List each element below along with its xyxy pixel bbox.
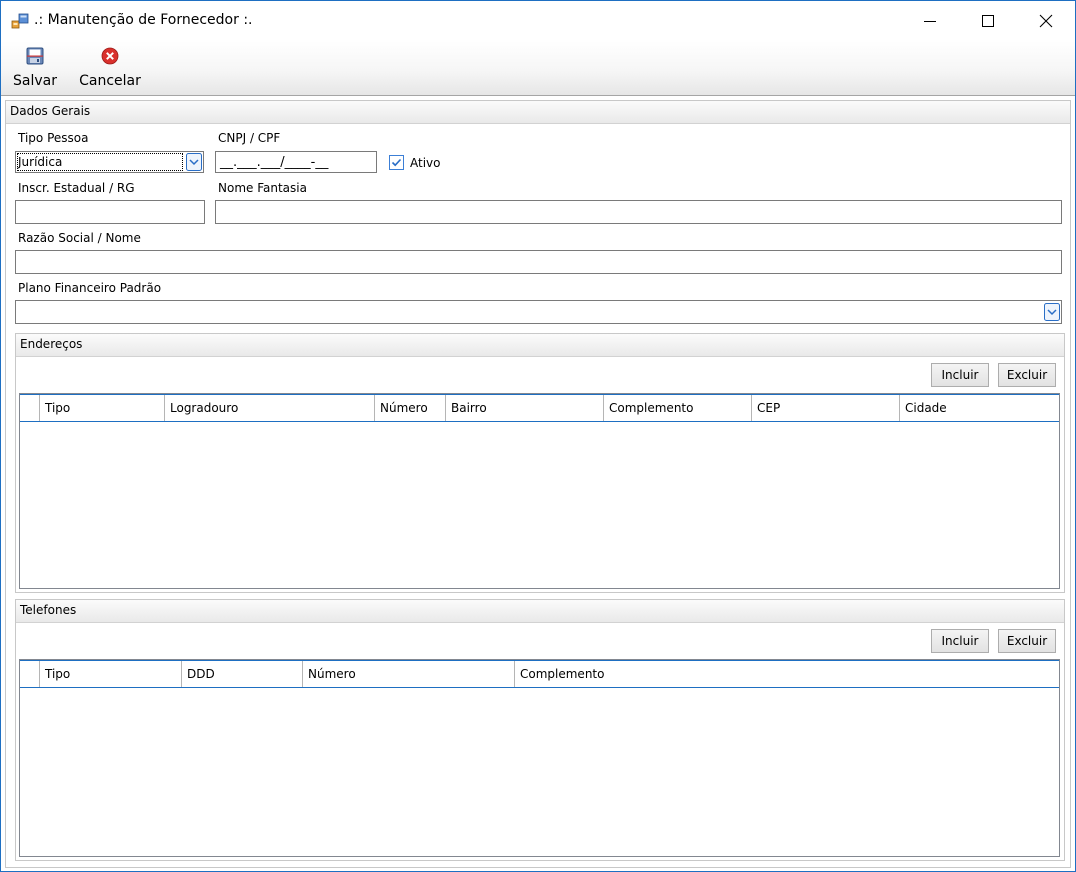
checkmark-icon [391, 158, 402, 167]
column-header-label: Bairro [451, 401, 487, 415]
telefones-grid[interactable]: Tipo DDD Número Complemento [19, 659, 1060, 857]
ativo-checkbox[interactable] [389, 155, 404, 170]
column-header[interactable]: CEP [752, 395, 900, 421]
column-header[interactable]: Número [303, 661, 515, 687]
telefones-header: Telefones [16, 600, 1064, 623]
maximize-button[interactable] [959, 1, 1017, 41]
cancel-icon [101, 47, 119, 65]
window-title: .: Manutenção de Fornecedor :. [34, 12, 253, 28]
enderecos-title: Endereços [20, 337, 83, 351]
close-button[interactable] [1017, 1, 1075, 41]
cancel-label: Cancelar [79, 73, 141, 89]
inscr-estadual-label: Inscr. Estadual / RG [18, 181, 135, 195]
column-header[interactable]: Cidade [900, 395, 1059, 421]
chevron-down-icon [186, 153, 202, 171]
column-header-label: Logradouro [170, 401, 239, 415]
row-selector-column [20, 395, 40, 421]
enderecos-excluir-button[interactable]: Excluir [998, 363, 1056, 387]
column-header-label: Tipo [45, 401, 71, 415]
column-header[interactable]: Número [375, 395, 446, 421]
enderecos-incluir-button[interactable]: Incluir [931, 363, 989, 387]
cancel-button[interactable]: Cancelar [77, 45, 143, 93]
enderecos-grid[interactable]: Tipo Logradouro Número Bairro Complement… [19, 393, 1060, 589]
column-header-label: CEP [757, 401, 781, 415]
minimize-button[interactable] [901, 1, 959, 41]
nome-fantasia-label: Nome Fantasia [218, 181, 307, 195]
dados-gerais-group: Dados Gerais Tipo Pessoa CNPJ / CPF Jurí… [5, 100, 1071, 868]
column-header[interactable]: Tipo [40, 661, 182, 687]
column-header-label: Tipo [45, 667, 71, 681]
toolbar: Salvar Cancelar [1, 41, 1075, 96]
column-header-label: DDD [187, 667, 215, 681]
column-header[interactable]: Bairro [446, 395, 604, 421]
column-header[interactable]: Tipo [40, 395, 165, 421]
floppy-disk-icon [26, 47, 44, 65]
cnpj-label: CNPJ / CPF [218, 131, 281, 145]
dados-gerais-title: Dados Gerais [10, 104, 91, 118]
close-icon [1039, 14, 1053, 28]
column-header[interactable]: Logradouro [165, 395, 375, 421]
tipo-pessoa-select[interactable]: Jurídica [15, 151, 204, 173]
save-button[interactable]: Salvar [11, 45, 59, 93]
chevron-down-icon [1044, 303, 1060, 321]
telefones-grid-header: Tipo DDD Número Complemento [20, 660, 1059, 688]
enderecos-grid-header: Tipo Logradouro Número Bairro Complement… [20, 394, 1059, 422]
column-header[interactable]: DDD [182, 661, 303, 687]
razao-social-label: Razão Social / Nome [18, 231, 141, 245]
telefones-incluir-button[interactable]: Incluir [931, 629, 989, 653]
enderecos-group: Endereços Incluir Excluir Tipo Logradour… [15, 333, 1065, 593]
column-header-label: Complemento [609, 401, 694, 415]
telefones-title: Telefones [20, 603, 77, 617]
column-header-label: Número [380, 401, 428, 415]
column-header[interactable]: Complemento [515, 661, 1059, 687]
maximize-icon [982, 15, 994, 27]
tipo-pessoa-value: Jurídica [18, 155, 63, 169]
minimize-icon [924, 21, 936, 22]
telefones-group: Telefones Incluir Excluir Tipo DDD Númer… [15, 599, 1065, 861]
tipo-pessoa-label: Tipo Pessoa [18, 131, 89, 145]
plano-financeiro-label: Plano Financeiro Padrão [18, 281, 162, 295]
app-icon [11, 13, 29, 29]
row-selector-column [20, 661, 40, 687]
column-header-label: Cidade [905, 401, 947, 415]
title-bar[interactable]: .: Manutenção de Fornecedor :. [1, 1, 1075, 41]
enderecos-header: Endereços [16, 334, 1064, 357]
ativo-label: Ativo [410, 156, 441, 170]
column-header-label: Complemento [520, 667, 605, 681]
cnpj-field[interactable]: __.___.___/____-__ [215, 151, 377, 173]
inscr-estadual-field[interactable] [15, 200, 205, 224]
razao-social-field[interactable] [15, 250, 1062, 274]
telefones-excluir-button[interactable]: Excluir [998, 629, 1056, 653]
plano-financeiro-select[interactable] [15, 300, 1062, 324]
nome-fantasia-field[interactable] [215, 200, 1062, 224]
save-label: Salvar [13, 73, 57, 89]
dados-gerais-header: Dados Gerais [6, 101, 1070, 124]
column-header-label: Número [308, 667, 356, 681]
column-header[interactable]: Complemento [604, 395, 752, 421]
main-window: .: Manutenção de Fornecedor :. Salvar Ca… [0, 0, 1076, 872]
